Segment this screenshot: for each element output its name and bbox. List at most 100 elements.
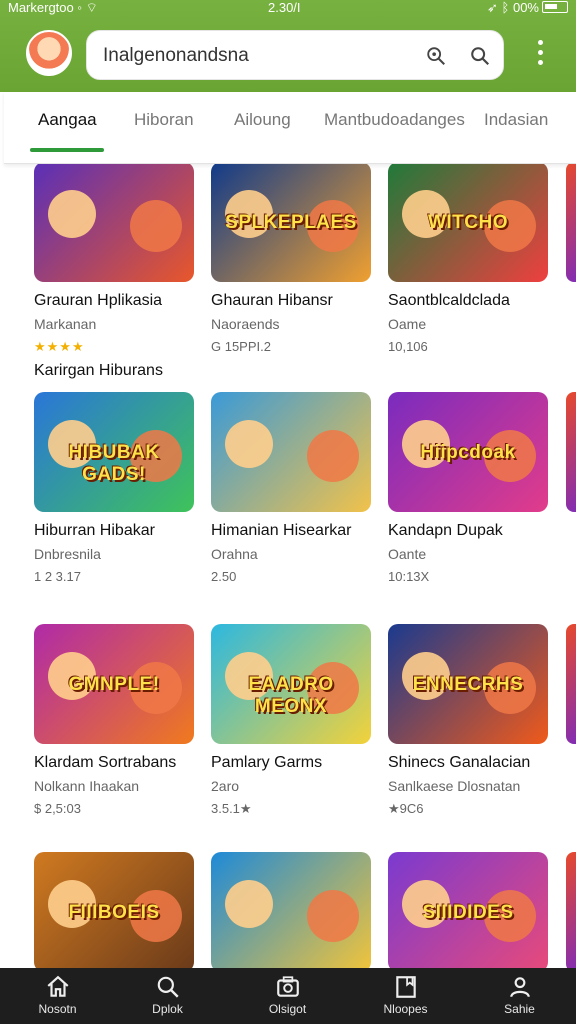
- app-grid: Karirgan Hiburans Grauran Hplikasia Marka…: [0, 164, 576, 968]
- app-title: Pamlary Garms: [211, 754, 323, 771]
- app-card[interactable]: [211, 852, 371, 968]
- app-thumbnail[interactable]: [211, 392, 371, 512]
- app-developer: Nolkann Ihaakan: [34, 778, 140, 794]
- nav-camera[interactable]: Olsigot: [230, 968, 345, 1024]
- tab-aangaa[interactable]: Aangaa: [38, 110, 97, 130]
- character-art: [225, 880, 273, 928]
- app-card[interactable]: Grauran Hplikasia Markanan ★★★★: [34, 164, 194, 355]
- thumbnail-art-text: ENNECRHS: [412, 674, 524, 696]
- section-title: Karirgan Hiburans: [34, 362, 163, 379]
- app-thumbnail[interactable]: GMNPLE!: [34, 624, 194, 744]
- status-carrier: Markergtoo ◦ ⌔: [8, 0, 98, 15]
- home-icon: [47, 975, 68, 997]
- tab-indasian[interactable]: Indasian: [484, 110, 548, 130]
- app-thumbnail[interactable]: HIBUBAK GADS!: [34, 392, 194, 512]
- character-art: [225, 420, 273, 468]
- next-card-peek[interactable]: [566, 852, 576, 968]
- app-card[interactable]: GMNPLE! Klardam Sortrabans Nolkann Ihaakan…: [34, 624, 194, 816]
- app-card[interactable]: SPLKEPLAES Ghauran Hibansr Naoraends G 15PP…: [211, 164, 371, 354]
- app-thumbnail[interactable]: EAADRO MEONX: [211, 624, 371, 744]
- more-options-icon[interactable]: [530, 40, 550, 70]
- app-card[interactable]: SIIIDIDES: [388, 852, 548, 968]
- nav-home[interactable]: Nosotn: [0, 968, 115, 1024]
- thumbnail-art-text: FIIIBOEIS: [68, 902, 160, 924]
- nav-bookmarks[interactable]: Nloopes: [348, 968, 463, 1024]
- status-time: 2.30/I: [268, 0, 301, 15]
- thumbnail-art-text: WITCHO: [427, 212, 509, 234]
- app-developer: Orahna: [211, 546, 258, 562]
- app-developer: Oame: [388, 316, 427, 332]
- wifi-icon: ⌔: [85, 0, 98, 15]
- next-card-peek[interactable]: [566, 624, 576, 744]
- app-meta: $ 2,5:03: [34, 801, 81, 816]
- search-input[interactable]: Inalgenonandsna: [86, 30, 504, 80]
- app-developer: Naoraends: [211, 316, 280, 332]
- app-thumbnail[interactable]: [211, 852, 371, 968]
- app-meta: 10:13X: [388, 569, 430, 584]
- header-bar: Markergtoo ◦ ⌔ 2.30/I ➶ ᛒ 00% Inalgenona…: [0, 0, 576, 92]
- app-developer: 2aro: [211, 778, 240, 794]
- app-thumbnail[interactable]: SIIIDIDES: [388, 852, 548, 968]
- app-developer: Markanan: [34, 316, 97, 332]
- app-card[interactable]: HIBUBAK GADS! Hiburran Hibakar Dnbresnila 1…: [34, 392, 194, 584]
- app-thumbnail[interactable]: [34, 164, 194, 282]
- next-card-peek[interactable]: [566, 392, 576, 512]
- avatar[interactable]: [26, 30, 72, 76]
- nav-search[interactable]: Dplok: [110, 968, 225, 1024]
- tab-hiboran[interactable]: Hiboran: [134, 110, 194, 130]
- status-right: ➶ ᛒ 00%: [487, 0, 568, 16]
- tab-ailoung[interactable]: Ailoung: [234, 110, 291, 130]
- nav-profile[interactable]: Sahie: [462, 968, 576, 1024]
- nav-camera-label: Olsigot: [268, 1002, 307, 1016]
- app-meta: G 15PPI.2: [211, 339, 271, 354]
- thumbnail-art-text: Hiipcdoak: [420, 442, 516, 464]
- thumbnail-art-text: SPLKEPLAES: [225, 212, 357, 234]
- nav-profile-label: Sahie: [504, 1002, 535, 1016]
- app-meta: 2.50: [211, 569, 237, 584]
- nav-search-label: Dplok: [152, 1002, 183, 1016]
- active-tab-indicator: [30, 148, 104, 152]
- battery-icon: [542, 1, 568, 13]
- app-title: Saontblcaldclada: [388, 292, 510, 309]
- thumbnail-art-text: GMNPLE!: [68, 674, 160, 696]
- nav-bookmarks-label: Nloopes: [383, 1002, 428, 1016]
- thumbnail-art-text: EAADRO MEONX: [248, 674, 334, 718]
- signal-icon: ➶: [487, 0, 498, 15]
- app-meta: 10,106: [388, 339, 428, 354]
- app-thumbnail[interactable]: FIIIBOEIS: [34, 852, 194, 968]
- app-card[interactable]: EAADRO MEONX Pamlary Garms 2aro 3.5.1★: [211, 624, 371, 817]
- app-thumbnail[interactable]: Hiipcdoak: [388, 392, 548, 512]
- app-card[interactable]: WITCHO Saontblcaldclada Oame 10,106: [388, 164, 548, 354]
- search-icon[interactable]: [469, 45, 491, 67]
- bookmark-icon: [395, 976, 416, 998]
- thumbnail-art-text: HIBUBAK GADS!: [68, 442, 160, 486]
- app-thumbnail[interactable]: SPLKEPLAES: [211, 164, 371, 282]
- tab-mantbudoadanges[interactable]: Mantbudoadanges: [324, 110, 465, 130]
- app-developer: Oante: [388, 546, 427, 562]
- app-title: Grauran Hplikasia: [34, 292, 163, 309]
- lens-icon[interactable]: [425, 45, 447, 67]
- app-thumbnail[interactable]: WITCHO: [388, 164, 548, 282]
- app-developer: Sanlkaese Dlosnatan: [388, 778, 521, 794]
- character-art: [48, 190, 96, 238]
- character-art: [307, 430, 359, 482]
- app-title: Himanian Hisearkar: [211, 522, 352, 539]
- character-art: [130, 200, 182, 252]
- app-developer: Dnbresnila: [34, 546, 101, 562]
- app-title: Ghauran Hibansr: [211, 292, 333, 309]
- app-card[interactable]: FIIIBOEIS: [34, 852, 194, 968]
- app-store-screen: Markergtoo ◦ ⌔ 2.30/I ➶ ᛒ 00% Inalgenona…: [0, 0, 576, 1024]
- search-icon: [157, 976, 179, 998]
- bottom-navigation: Nosotn Dplok Olsigot Nloopes Sahie: [0, 968, 576, 1024]
- next-card-peek[interactable]: [566, 164, 576, 282]
- person-icon: [509, 977, 530, 998]
- app-title: Hiburran Hibakar: [34, 522, 155, 539]
- app-title: Kandapn Dupak: [388, 522, 503, 539]
- camera-icon: [276, 976, 299, 997]
- app-card[interactable]: Himanian Hisearkar Orahna 2.50: [211, 392, 371, 584]
- app-meta: ★9C6: [388, 801, 424, 816]
- app-card[interactable]: Hiipcdoak Kandapn Dupak Oante 10:13X: [388, 392, 548, 584]
- app-title: Klardam Sortrabans: [34, 754, 177, 771]
- app-thumbnail[interactable]: ENNECRHS: [388, 624, 548, 744]
- app-card[interactable]: ENNECRHS Shinecs Ganalacian Sanlkaese Dlos…: [388, 624, 548, 817]
